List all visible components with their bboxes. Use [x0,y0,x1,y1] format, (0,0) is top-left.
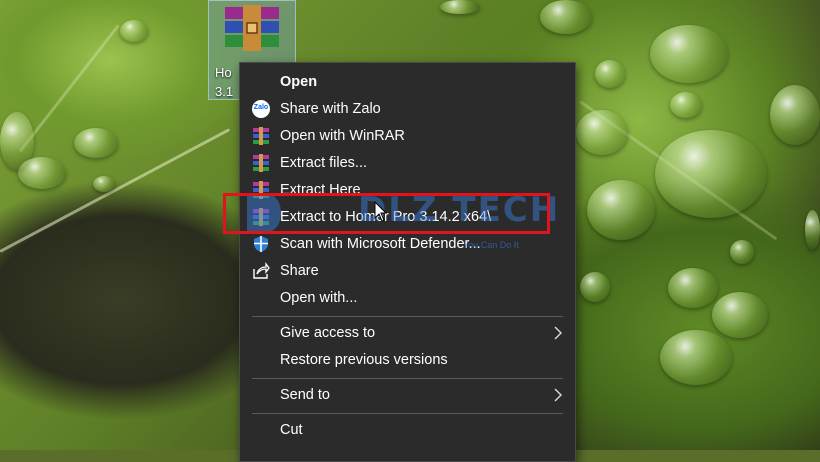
chevron-right-icon [554,326,562,340]
chevron-right-icon [554,388,562,402]
water-drop [660,330,732,385]
menu-item-restore-previous-versions[interactable]: Restore previous versions [240,347,575,374]
water-drop [770,85,820,145]
water-drop [730,240,754,264]
menu-separator [252,378,563,379]
menu-item-label: Open [280,74,318,90]
share-icon [253,262,270,279]
menu-item-label: Restore previous versions [280,352,448,368]
menu-item-share[interactable]: Share [240,258,575,285]
menu-item-scan-with-defender[interactable]: Scan with Microsoft Defender... [240,231,575,258]
menu-item-open-with[interactable]: Open with... [240,285,575,312]
menu-item-extract-files[interactable]: Extract files... [240,150,575,177]
water-drop [440,0,480,14]
menu-item-give-access-to[interactable]: Give access to [240,320,575,347]
water-drop [712,292,768,338]
water-drop [650,25,728,83]
context-menu: Open Zalo Share with Zalo Open with WinR… [239,62,576,462]
menu-item-label: Give access to [280,325,376,341]
menu-item-label: Share [280,263,319,279]
water-drop [587,180,655,240]
water-drop [540,0,592,34]
menu-item-open[interactable]: Open [240,69,575,96]
winrar-icon [253,127,269,145]
menu-item-label: Open with... [280,290,358,306]
winrar-icon [253,154,269,172]
menu-separator [252,316,563,317]
winrar-archive-icon [225,5,279,51]
water-drop [595,60,625,88]
menu-item-label: Extract files... [280,155,368,171]
menu-item-label: Scan with Microsoft Defender... [280,236,481,252]
mouse-cursor-icon [374,201,388,222]
water-drop [18,157,66,189]
menu-item-open-with-winrar[interactable]: Open with WinRAR [240,123,575,150]
water-drop [580,272,610,302]
menu-item-share-with-zalo[interactable]: Zalo Share with Zalo [240,96,575,123]
menu-item-label: Open with WinRAR [280,128,405,144]
water-drop [576,110,628,155]
menu-item-label: Share with Zalo [280,101,381,117]
menu-item-send-to[interactable]: Send to [240,382,575,409]
water-drop [655,130,767,218]
menu-item-label: Cut [280,422,303,438]
defender-shield-icon [254,236,268,252]
menu-separator [252,413,563,414]
water-drop [74,128,118,158]
water-drop [93,176,115,192]
water-drop [120,20,148,42]
water-drop [668,268,718,308]
menu-item-cut[interactable]: Cut [240,417,575,444]
water-drop [670,92,702,118]
zalo-icon: Zalo [252,100,270,118]
water-drop [805,210,820,250]
menu-item-label: Send to [280,387,330,403]
